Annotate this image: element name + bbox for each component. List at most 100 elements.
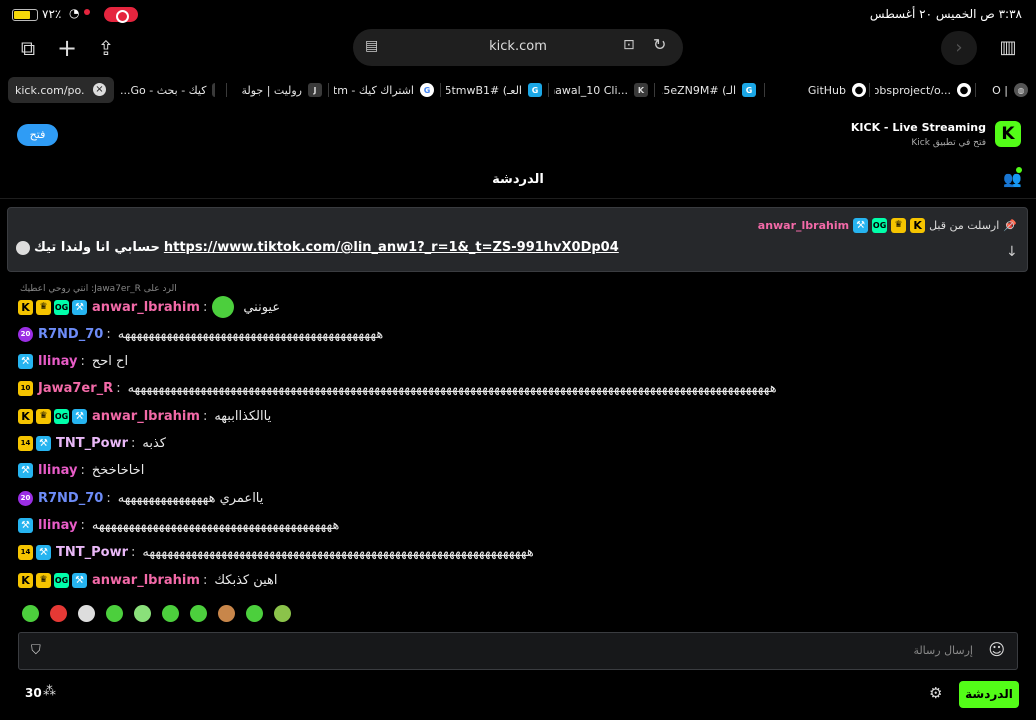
emote-icon[interactable] bbox=[134, 605, 151, 622]
tab-8[interactable]: obsproject/o... ● bbox=[875, 78, 971, 102]
chat-message[interactable]: 14 ⚒ TNT_Powr: هههههههههههههههههههههههههههه… bbox=[18, 542, 534, 564]
chat-colon: : bbox=[202, 408, 208, 424]
chat-username[interactable]: llinay bbox=[38, 518, 77, 533]
tab-5[interactable]: nawal_10 Cli... K bbox=[554, 78, 648, 102]
reload-icon[interactable]: ↻ bbox=[653, 35, 666, 54]
chat-input[interactable]: ⛉ إرسال رسالة ☺ bbox=[18, 632, 1018, 670]
chat-message-text: هههههههههههههههههههههههههههههههههههههههه… bbox=[91, 517, 340, 533]
shield-icon[interactable]: ⛉ bbox=[31, 643, 41, 658]
expand-arrow-icon[interactable]: ↓ bbox=[1006, 244, 1018, 260]
chat-header: الدردشة 👥 bbox=[0, 163, 1036, 199]
tab-4[interactable]: العـ) #5tmwB1...G bbox=[446, 78, 542, 102]
emote-icon[interactable] bbox=[106, 605, 123, 622]
og-badge-icon: OG bbox=[54, 408, 69, 424]
chat-message[interactable]: ⚒ llinay: اخاخاخخخ bbox=[18, 460, 144, 482]
chat-colon: : bbox=[80, 463, 85, 479]
sidebar-icon[interactable]: ▥ bbox=[997, 37, 1019, 59]
recording-dot-icon bbox=[84, 9, 90, 15]
chat-username[interactable]: R7ND_70 bbox=[38, 491, 103, 506]
chat-message-text: هههههههههههههههههههههههههههههههههههههههه… bbox=[127, 381, 777, 397]
chat-title: الدردشة bbox=[492, 172, 544, 187]
subscriber-badge-icon: 20 bbox=[18, 326, 33, 342]
wifi-icon: ◔ bbox=[69, 6, 80, 20]
emote-icon[interactable] bbox=[190, 605, 207, 622]
address-bar[interactable]: ▤ kick.com ⊡ ↻ bbox=[353, 29, 683, 66]
mod-badge-icon: ⚒ bbox=[36, 545, 51, 561]
chat-username[interactable]: Jawa7er_R bbox=[38, 381, 113, 396]
chat-username[interactable]: llinay bbox=[38, 463, 77, 478]
emote-bar bbox=[20, 605, 293, 622]
chat-message-text: عيونني bbox=[243, 299, 281, 315]
chat-message-text: هههههههههههههههههههههههههههههههههههههههه… bbox=[117, 326, 384, 342]
tabs-overview-icon[interactable]: ⧉ bbox=[17, 37, 39, 59]
chat-message[interactable]: 20 R7ND_70: هههههههههههههههههههههههههههههه… bbox=[18, 323, 383, 345]
emote-icon[interactable] bbox=[22, 605, 39, 622]
emote-icon[interactable] bbox=[274, 605, 291, 622]
chat-colon: : bbox=[202, 572, 208, 588]
kick-badge-icon: K bbox=[18, 299, 33, 315]
tab-9[interactable]: O | ◍ bbox=[978, 78, 1028, 102]
chat-message[interactable]: K ♛ OG ⚒ anwar_lbrahim: عيونني bbox=[18, 296, 280, 318]
chat-message[interactable]: K ♛ OG ⚒ anwar_lbrahim: ياالكذااببهه bbox=[18, 405, 271, 427]
tab-0[interactable]: kick.com/po... bbox=[15, 78, 85, 102]
pinned-text: حسابي انا ولندا تيك bbox=[34, 240, 160, 255]
chat-username[interactable]: anwar_lbrahim bbox=[92, 300, 200, 315]
chat-username[interactable]: TNT_Powr bbox=[56, 436, 128, 451]
blue-g-favicon-icon: G bbox=[742, 83, 756, 97]
chat-username[interactable]: anwar_lbrahim bbox=[92, 573, 200, 588]
pinned-link[interactable]: https://www.tiktok.com/@lin_anw1?_r=1&_t… bbox=[164, 240, 619, 255]
settings-gear-icon[interactable]: ⚙ bbox=[929, 684, 942, 702]
forward-icon[interactable]: › bbox=[941, 31, 977, 65]
banner-subtitle: فتح في تطبيق Kick bbox=[911, 138, 986, 148]
crown-badge-icon: ♛ bbox=[36, 572, 51, 588]
og-badge-icon: OG bbox=[54, 299, 69, 315]
tab-3[interactable]: اشتراك كيك - tm...G bbox=[334, 78, 434, 102]
mod-badge-icon: ⚒ bbox=[72, 408, 87, 424]
crown-badge-icon: ♛ bbox=[36, 299, 51, 315]
eye-off-icon[interactable]: ⊘ bbox=[1005, 218, 1015, 232]
banner-title: KICK - Live Streaming bbox=[850, 121, 986, 134]
translate-icon[interactable]: ⊡ bbox=[623, 37, 635, 53]
chat-username[interactable]: anwar_lbrahim bbox=[92, 409, 200, 424]
emote-icon[interactable] bbox=[78, 605, 95, 622]
kick-badge-icon: K bbox=[18, 408, 33, 424]
emote-icon[interactable] bbox=[162, 605, 179, 622]
chat-message[interactable]: ⚒ llinay: هههههههههههههههههههههههههههههههه… bbox=[18, 514, 339, 536]
screen-record-icon[interactable] bbox=[104, 7, 138, 23]
emote-icon[interactable] bbox=[218, 605, 235, 622]
chat-message[interactable]: K ♛ OG ⚒ anwar_lbrahim: اهين كذبكك bbox=[18, 569, 278, 591]
chat-message[interactable]: 10 Jawa7er_R: هههههههههههههههههههههههههههه… bbox=[18, 378, 777, 400]
mod-badge-icon: ⚒ bbox=[18, 354, 33, 370]
kick-badge-icon: K bbox=[910, 218, 926, 233]
tab-bar: kick.com/po... × Gكيك - بحث - Go... رولي… bbox=[0, 74, 1036, 106]
emote-icon[interactable] bbox=[246, 605, 263, 622]
chat-message-text: يااعمري هههههههههههههههه bbox=[117, 490, 264, 506]
chat-colon: : bbox=[131, 436, 136, 451]
chat-message[interactable]: 20 R7ND_70: يااعمري هههههههههههههههه bbox=[18, 487, 263, 509]
mod-badge-icon: ⚒ bbox=[18, 463, 33, 479]
chat-message-text: اخاخاخخخ bbox=[91, 463, 145, 479]
emoji-icon[interactable]: ☺ bbox=[988, 640, 1005, 659]
chat-message-text: اح احح bbox=[91, 354, 129, 370]
heart-icon bbox=[16, 240, 30, 255]
close-tab-icon[interactable]: × bbox=[93, 83, 106, 96]
tab-7[interactable]: GitHub ● bbox=[770, 78, 866, 102]
tab-2[interactable]: روليت | جولة J bbox=[232, 78, 322, 102]
chat-send-button[interactable]: الدردشة bbox=[959, 681, 1019, 708]
blue-g-favicon-icon: G bbox=[528, 83, 542, 97]
share-icon[interactable]: ⇪ bbox=[95, 37, 117, 59]
kick-badge-icon: K bbox=[18, 572, 33, 588]
open-app-button[interactable]: فتح bbox=[17, 124, 58, 146]
tab-6[interactable]: الـ) #5eZN9M...G bbox=[662, 78, 756, 102]
chat-username[interactable]: llinay bbox=[38, 354, 77, 369]
tab-1[interactable]: Gكيك - بحث - Go... bbox=[120, 78, 215, 102]
chat-message[interactable]: 14 ⚒ TNT_Powr: كذبه bbox=[18, 433, 166, 455]
chat-username[interactable]: TNT_Powr bbox=[56, 545, 128, 560]
chat-message-text: هههههههههههههههههههههههههههههههههههههههه… bbox=[142, 545, 534, 561]
chat-colon: : bbox=[80, 517, 85, 533]
emote-icon[interactable] bbox=[50, 605, 67, 622]
chat-username[interactable]: R7ND_70 bbox=[38, 327, 103, 342]
new-tab-icon[interactable]: + bbox=[56, 36, 78, 60]
reply-hint: الرد على Jawa7er_R: انتي روحي اعطيك bbox=[20, 284, 177, 294]
chat-message[interactable]: ⚒ llinay: اح احح bbox=[18, 351, 128, 373]
